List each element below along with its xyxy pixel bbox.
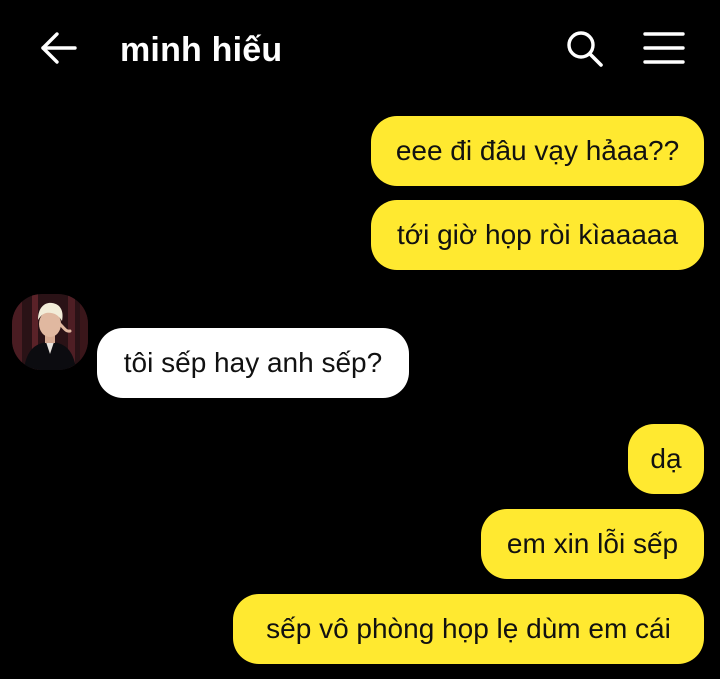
sent-message[interactable]: tới giờ họp ròi kìaaaaa	[371, 200, 704, 270]
contact-name: minh hiếu	[120, 31, 283, 69]
search-button[interactable]	[562, 26, 606, 70]
message-text: em xin lỗi sếp	[506, 528, 679, 559]
sent-message[interactable]: em xin lỗi sếp	[481, 509, 704, 579]
arrow-left-icon	[41, 32, 77, 64]
message-text: tôi sếp hay anh sếp?	[123, 347, 383, 378]
menu-button[interactable]	[640, 26, 688, 70]
chat-header: minh hiếu	[0, 0, 720, 96]
sent-message[interactable]: eee đi đâu vạy hảaa??	[371, 116, 704, 186]
message-text: dạ	[650, 443, 682, 474]
sent-message[interactable]: dạ	[628, 424, 704, 494]
back-button[interactable]	[36, 28, 80, 68]
received-message[interactable]: tôi sếp hay anh sếp?	[97, 328, 409, 398]
contact-avatar[interactable]	[12, 294, 88, 370]
message-text: sếp vô phòng họp lẹ dùm em cái	[266, 613, 671, 644]
message-text: eee đi đâu vạy hảaa??	[395, 135, 680, 166]
sent-message[interactable]: sếp vô phòng họp lẹ dùm em cái	[233, 594, 704, 664]
message-text: tới giờ họp ròi kìaaaaa	[396, 219, 679, 250]
hamburger-menu-icon	[643, 32, 685, 64]
avatar-image	[12, 294, 88, 370]
search-icon	[567, 31, 603, 67]
